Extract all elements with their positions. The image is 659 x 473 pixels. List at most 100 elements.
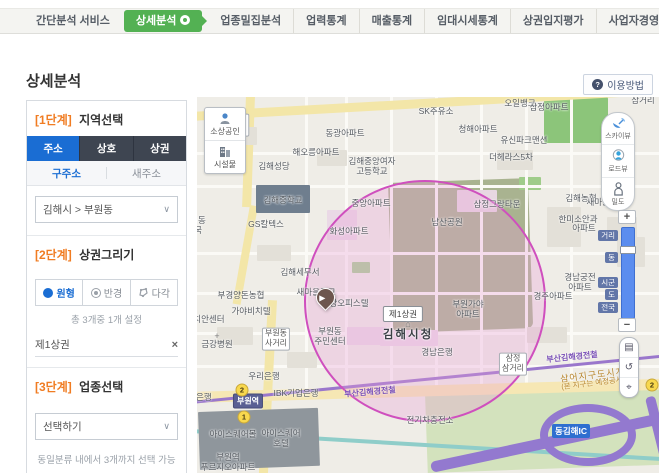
map-place-label: 김해중앙여자 고등학교	[349, 156, 396, 176]
shape-circle-label: 원형	[56, 285, 74, 300]
trade-area-circle[interactable]	[304, 180, 546, 422]
nav-tab[interactable]: 상세분석	[124, 10, 202, 32]
shape-radius-label: 반경	[104, 285, 122, 300]
current-location-button[interactable]: ⌖	[620, 377, 638, 397]
map-decoration	[497, 150, 533, 170]
step3-title: 업종선택	[79, 380, 123, 394]
trade-area-name: 제1상권	[35, 337, 70, 352]
map-decoration	[287, 352, 317, 368]
facilities-icon	[218, 145, 232, 158]
category-select[interactable]: 선택하기 ∨	[35, 413, 178, 440]
shape-options: 원형 반경 다각	[35, 279, 178, 306]
marker-flag-icon: ▶	[319, 293, 325, 302]
density-label: 밀도	[612, 197, 625, 207]
map-decoration	[197, 152, 659, 155]
density-icon	[612, 182, 625, 196]
map-tools: ▤ ↺ ⌖	[619, 337, 639, 398]
nav-tab[interactable]: 상권입지평가	[510, 9, 596, 33]
nav-tab[interactable]: 매출통계	[359, 9, 424, 33]
area-measure-button[interactable]: ▤	[620, 338, 638, 357]
radius-icon	[91, 288, 101, 298]
step1-title: 지역선택	[79, 113, 123, 127]
small-business-label: 소상공인	[210, 126, 239, 137]
trade-area-row: 제1상권 ×	[35, 333, 178, 357]
step3-badge: [3단계]	[35, 380, 72, 394]
map-decoration	[540, 404, 636, 466]
category-hint: 동일분류 내에서 3개까지 선택 가능	[27, 452, 186, 466]
page-title: 상세분석	[26, 70, 81, 91]
shape-polygon-label: 다각	[152, 285, 170, 300]
small-business-layer-button[interactable]: 소상공인	[205, 108, 245, 140]
region-select-value: 김해시 > 부원동	[43, 202, 113, 217]
subtab-new-address[interactable]: 새주소	[107, 166, 186, 181]
nav-tab[interactable]: 사업자경영평가	[596, 9, 659, 33]
zoom-preset-5[interactable]: 전국	[598, 302, 618, 313]
facilities-layer-button[interactable]: 시설물	[205, 140, 245, 173]
step3-header: [3단계] 업종선택	[27, 368, 186, 403]
zoom-slider-handle[interactable]	[620, 246, 636, 254]
map-view-buttons: 스카이뷰 로드뷰 밀도	[601, 112, 635, 211]
active-tab-icon	[180, 15, 190, 25]
map-decoration	[198, 408, 320, 470]
help-button-label: 이용방법	[607, 77, 644, 92]
shape-polygon-option[interactable]: 다각	[130, 280, 177, 305]
step1-badge: [1단계]	[35, 113, 72, 127]
map-decoration	[217, 327, 253, 345]
nav-tab[interactable]: 임대시세통계	[424, 9, 510, 33]
zoom-preset-4[interactable]: 도	[605, 289, 618, 300]
map-canvas[interactable]: 제일교회 사거리동광아파트해오름아파트김해성당김해중앙여자 고등학교오일뱅크삼정…	[197, 97, 659, 473]
subtab-old-address[interactable]: 구주소	[27, 166, 106, 181]
small-business-icon	[218, 112, 232, 125]
map-place-label: 자치안센터	[197, 314, 225, 324]
nav-tab[interactable]: 업력통계	[293, 9, 358, 33]
nav-tab[interactable]: 간단분석 서비스	[24, 9, 122, 33]
remove-area-button[interactable]: ×	[172, 339, 178, 351]
map-place-label: 가야비치텔	[231, 306, 270, 316]
nav-tabs: 간단분석 서비스상세분석 업종밀집분석업력통계매출통계임대시세통계상권입지평가사업…	[0, 9, 659, 33]
roadview-icon	[611, 149, 626, 163]
skyview-label: 스카이뷰	[605, 131, 631, 141]
shape-radius-option[interactable]: 반경	[82, 280, 129, 305]
step2-header: [2단계] 상권그리기	[27, 236, 186, 271]
map-place-label: 원동 국	[197, 215, 206, 235]
skyview-button[interactable]: 스카이뷰	[602, 113, 634, 144]
step2-title: 상권그리기	[79, 248, 134, 262]
map-place-label: 삼거리	[631, 97, 654, 105]
tab-trade-area[interactable]: 상권	[133, 136, 186, 161]
map-place-label: 청해아파트	[458, 124, 497, 134]
map-decoration	[519, 177, 541, 190]
zoom-slider[interactable]	[621, 227, 635, 319]
polygon-icon	[138, 287, 149, 298]
address-subtabs: 구주소 새주소	[27, 161, 186, 186]
map-layer-buttons: 소상공인 시설물	[204, 107, 246, 174]
zoom-preset-1[interactable]: 거리	[598, 230, 618, 241]
help-button[interactable]: ? 이용방법	[583, 74, 653, 95]
reset-view-button[interactable]: ↺	[620, 357, 638, 377]
map-decoration	[256, 185, 310, 213]
chevron-down-icon: ∨	[163, 204, 170, 215]
address-tabs: 주소 상호 상권	[27, 136, 186, 161]
zoom-in-button[interactable]: +	[618, 210, 636, 224]
map-decoration	[305, 97, 308, 395]
tab-address[interactable]: 주소	[27, 136, 79, 161]
map-decoration	[257, 245, 291, 261]
step2-badge: [2단계]	[35, 248, 72, 262]
tab-store-name[interactable]: 상호	[79, 136, 132, 161]
category-select-value: 선택하기	[43, 419, 82, 434]
area-count-summary: 총 3개중 1개 설정	[27, 312, 186, 326]
chevron-down-icon: ∨	[163, 421, 170, 432]
region-select[interactable]: 김해시 > 부원동 ∨	[35, 196, 178, 223]
skyview-icon	[611, 117, 626, 130]
zoom-preset-3[interactable]: 시군	[598, 277, 618, 288]
circle-icon	[43, 288, 53, 298]
zoom-preset-2[interactable]: 동	[605, 252, 618, 263]
map-place-label: 김해성당	[258, 161, 289, 171]
shape-circle-option[interactable]: 원형	[36, 280, 82, 305]
zoom-out-button[interactable]: −	[618, 318, 636, 332]
nav-tab[interactable]: 업종밀집분석	[208, 9, 293, 33]
roadview-button[interactable]: 로드뷰	[602, 144, 634, 177]
step1-header: [1단계] 지역선택	[27, 101, 186, 136]
map-decoration	[544, 97, 608, 143]
density-button[interactable]: 밀도	[602, 177, 634, 210]
roadview-label: 로드뷰	[608, 164, 627, 174]
